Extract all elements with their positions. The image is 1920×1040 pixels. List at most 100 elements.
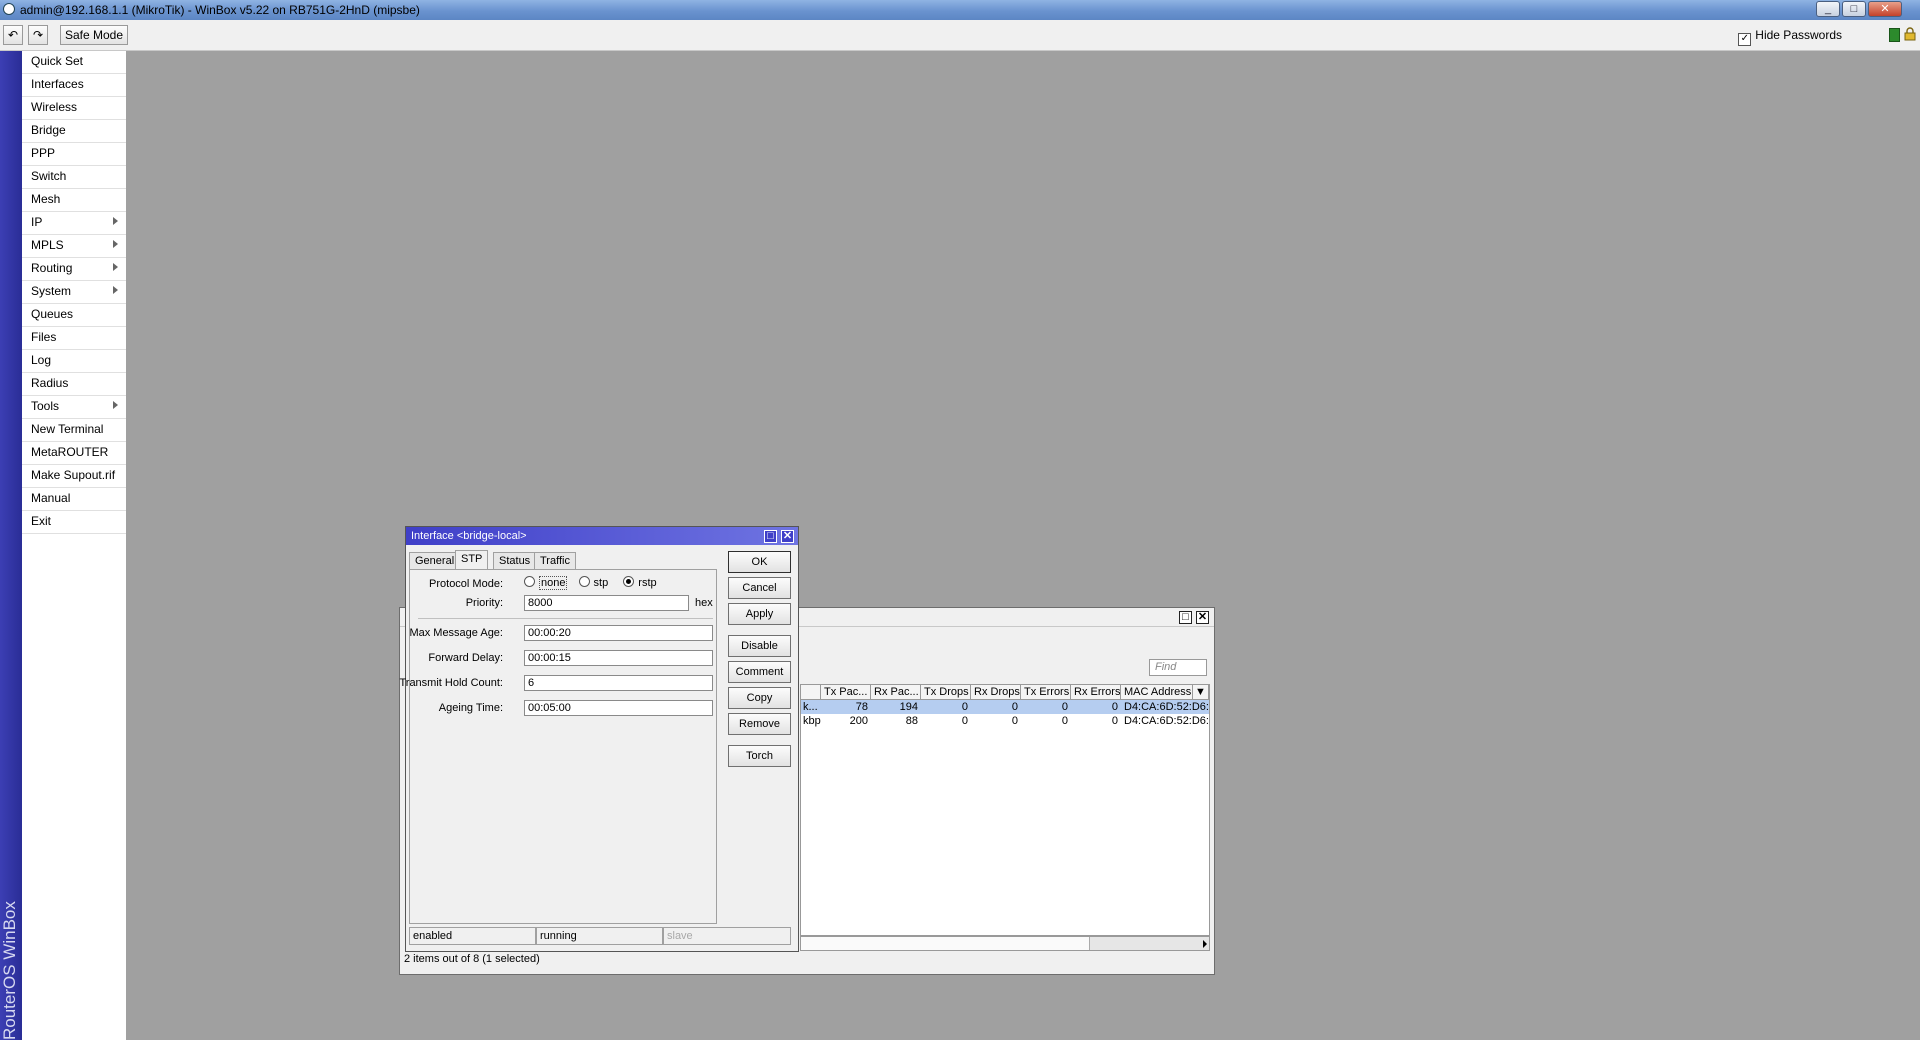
submenu-arrow-icon	[113, 217, 118, 225]
menu-item-mesh[interactable]: Mesh	[22, 189, 126, 212]
menu-item-tools[interactable]: Tools	[22, 396, 126, 419]
ageing-time-input[interactable]: 00:05:00	[524, 700, 713, 716]
remove-button[interactable]: Remove	[728, 713, 791, 735]
hide-passwords-toggle[interactable]: ✓ Hide Passwords	[1738, 28, 1842, 46]
hide-passwords-checkbox[interactable]: ✓	[1738, 33, 1752, 46]
tab-stp[interactable]: STP	[455, 550, 489, 569]
find-input[interactable]: Find	[1149, 659, 1207, 676]
ageing-time-label: Ageing Time:	[438, 702, 503, 714]
close-window-button[interactable]: ✕	[1868, 1, 1902, 17]
column-header-mac-address[interactable]: MAC Address	[1121, 685, 1193, 700]
maximize-button[interactable]: □	[1842, 1, 1866, 17]
close-window-button[interactable]: ✕	[1196, 611, 1209, 624]
status-enabled: enabled	[409, 927, 536, 945]
table-cell: 200	[849, 715, 868, 727]
table-cell: 0	[1061, 701, 1068, 713]
menu-item-label: Routing	[31, 261, 73, 275]
priority-input[interactable]: 8000	[524, 595, 689, 611]
radio-rstp[interactable]	[623, 576, 635, 587]
submenu-arrow-icon	[113, 286, 118, 294]
column-header-tx-drops[interactable]: Tx Drops	[921, 685, 971, 700]
restore-window-button[interactable]: □	[1179, 611, 1192, 624]
copy-button[interactable]: Copy	[728, 687, 791, 709]
table-row[interactable]: kbps 200 88 0 0 0 0 D4:CA:6D:52:D6:/	[801, 714, 1209, 728]
menu-item-quick-set[interactable]: Quick Set	[22, 51, 126, 74]
menu-item-wireless[interactable]: Wireless	[22, 97, 126, 120]
toolbar: ↶ ↷ Safe Mode ✓ Hide Passwords	[0, 20, 1920, 51]
transmit-hold-count-input[interactable]: 6	[524, 675, 713, 691]
menu-item-ppp[interactable]: PPP	[22, 143, 126, 166]
table-cell: D4:CA:6D:52:D6:/	[1124, 701, 1209, 713]
scroll-right-icon[interactable]	[1203, 940, 1207, 948]
menu-item-label: Tools	[31, 399, 60, 413]
menu-item-label: Log	[31, 353, 52, 367]
menu-item-exit[interactable]: Exit	[22, 511, 126, 534]
menu-item-queues[interactable]: Queues	[22, 304, 126, 327]
column-header-tx-errors[interactable]: Tx Errors	[1021, 685, 1071, 700]
tab-traffic[interactable]: Traffic	[534, 552, 576, 569]
menu-item-bridge[interactable]: Bridge	[22, 120, 126, 143]
table-row[interactable]: k... 78 194 0 0 0 0 D4:CA:6D:52:D6:/	[801, 700, 1209, 714]
column-header-tx-packets[interactable]: Tx Pac...	[821, 685, 871, 700]
menu-item-routing[interactable]: Routing	[22, 258, 126, 281]
column-header-partial[interactable]	[801, 685, 821, 700]
menu-item-log[interactable]: Log	[22, 350, 126, 373]
menu-item-switch[interactable]: Switch	[22, 166, 126, 189]
restore-dialog-button[interactable]: □	[764, 530, 777, 543]
forward-delay-input[interactable]: 00:00:15	[524, 650, 713, 666]
menu-item-interfaces[interactable]: Interfaces	[22, 74, 126, 97]
menu-item-system[interactable]: System	[22, 281, 126, 304]
column-header-rx-errors[interactable]: Rx Errors	[1071, 685, 1121, 700]
redo-button[interactable]: ↷	[28, 25, 48, 45]
status-slave: slave	[663, 927, 791, 945]
close-dialog-button[interactable]: ✕	[781, 530, 794, 543]
apply-button[interactable]: Apply	[728, 603, 791, 625]
protocol-mode-rstp[interactable]: rstp	[623, 576, 657, 589]
lock-icon	[1904, 27, 1916, 41]
protocol-mode-stp[interactable]: stp	[578, 576, 608, 589]
menu-item-label: Quick Set	[31, 54, 84, 68]
cancel-button[interactable]: Cancel	[728, 577, 791, 599]
protocol-mode-none[interactable]: none	[524, 576, 568, 590]
disable-button[interactable]: Disable	[728, 635, 791, 657]
separator	[418, 618, 713, 619]
scrollbar-track[interactable]	[801, 937, 1090, 950]
menu-item-radius[interactable]: Radius	[22, 373, 126, 396]
minimize-button[interactable]: _	[1816, 1, 1840, 17]
side-brand-label: RouterOS WinBox	[0, 901, 19, 1040]
column-header-rx-drops[interactable]: Rx Drops	[971, 685, 1021, 700]
menu-item-ip[interactable]: IP	[22, 212, 126, 235]
radio-none[interactable]	[524, 576, 535, 587]
safe-mode-button[interactable]: Safe Mode	[60, 25, 128, 45]
menu-item-label: Interfaces	[31, 77, 84, 91]
menu-item-manual[interactable]: Manual	[22, 488, 126, 511]
tab-status[interactable]: Status	[493, 552, 537, 569]
table-cell: 0	[1061, 715, 1068, 727]
undo-icon: ↶	[7, 28, 19, 42]
menu-item-make-supout[interactable]: Make Supout.rif	[22, 465, 126, 488]
menu-item-files[interactable]: Files	[22, 327, 126, 350]
tab-general[interactable]: General	[409, 552, 461, 569]
menu-item-label: Files	[31, 330, 57, 344]
priority-hex-suffix: hex	[695, 597, 713, 609]
radio-none-label: none	[539, 576, 568, 590]
menu-item-new-terminal[interactable]: New Terminal	[22, 419, 126, 442]
undo-button[interactable]: ↶	[3, 25, 23, 45]
column-header-rx-packets[interactable]: Rx Pac...	[871, 685, 921, 700]
menu-item-metarouter[interactable]: MetaROUTER	[22, 442, 126, 465]
menu-item-label: Radius	[31, 376, 69, 390]
comment-button[interactable]: Comment	[728, 661, 791, 683]
table-cell: 0	[1111, 701, 1118, 713]
submenu-arrow-icon	[113, 263, 118, 271]
horizontal-scrollbar[interactable]	[800, 936, 1210, 951]
hide-passwords-label: Hide Passwords	[1755, 28, 1842, 42]
menu-item-mpls[interactable]: MPLS	[22, 235, 126, 258]
title-bar: admin@192.168.1.1 (MikroTik) - WinBox v5…	[0, 0, 1920, 20]
radio-stp[interactable]	[578, 576, 590, 587]
torch-button[interactable]: Torch	[728, 745, 791, 767]
column-dropdown-icon[interactable]: ▼	[1193, 685, 1209, 700]
protocol-mode-group: none stp rstp	[524, 576, 657, 590]
ok-button[interactable]: OK	[728, 551, 791, 573]
menu-item-label: Queues	[31, 307, 74, 321]
max-message-age-input[interactable]: 00:00:20	[524, 625, 713, 641]
